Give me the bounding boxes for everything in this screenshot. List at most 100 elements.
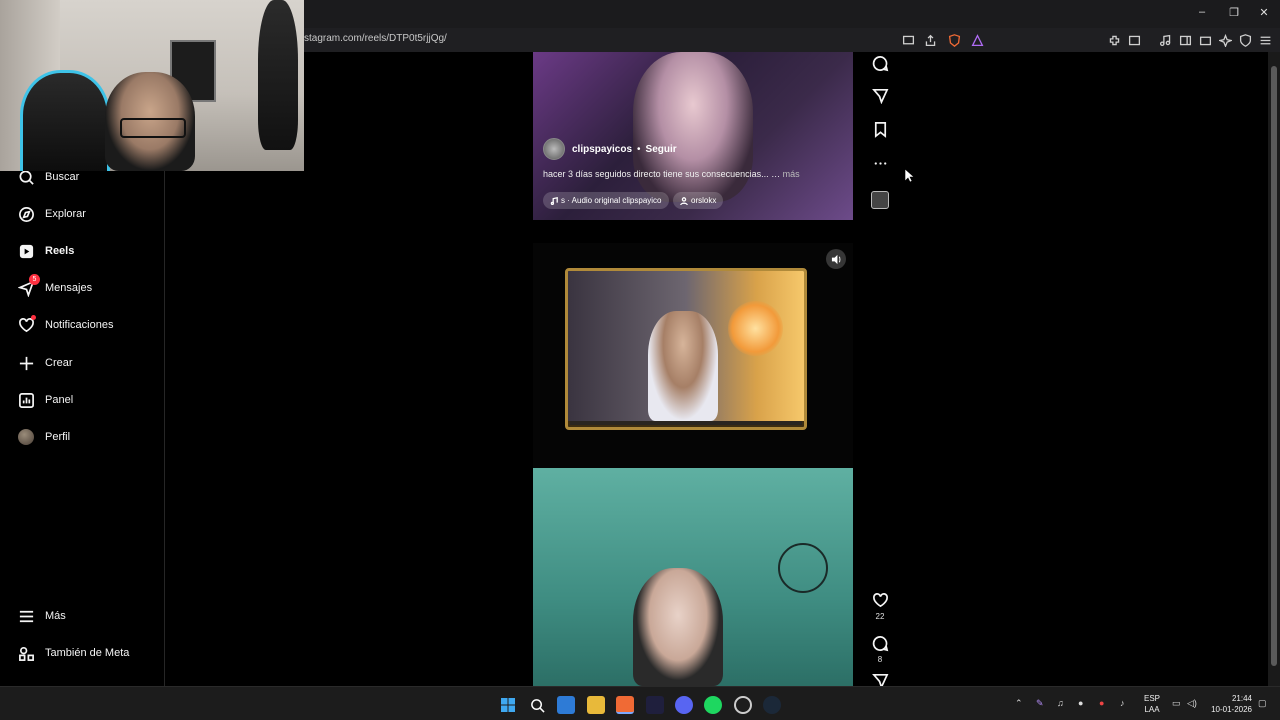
tray-chevron-icon[interactable]: ⌃ [1015,698,1023,709]
obs-icon[interactable] [734,696,752,714]
media-icon[interactable] [1158,33,1172,47]
sidebar-item-label: Perfil [45,431,71,443]
system-clock[interactable]: 21:44 10-01-2026 [1200,693,1252,715]
photos-app-icon[interactable] [557,696,575,714]
sidebar-item-explorar[interactable]: Explorar [17,203,157,225]
sidebar-item-tambien-de-meta[interactable]: También de Meta [17,642,157,664]
tab-icon[interactable] [1127,33,1141,47]
compass-icon [17,205,35,223]
comment-icon [872,55,888,71]
menu-icon[interactable] [1258,33,1272,47]
microphone-icon[interactable]: ♪ [1120,698,1125,708]
maximize-button[interactable]: ❐ [1226,6,1242,19]
sidebar-item-label: Reels [45,245,75,257]
sidebar-item-label: Explorar [45,208,86,220]
sidebar-toggle-icon[interactable] [1178,33,1192,47]
extensions-icon[interactable] [1107,33,1121,47]
spotify-icon[interactable] [704,696,722,714]
comment-icon [872,635,888,651]
streamer-face [633,52,753,202]
minimize-button[interactable]: – [1194,6,1210,18]
volume-icon[interactable]: ◁) [1187,698,1197,709]
premiere-pro-icon[interactable] [646,696,664,714]
reels-icon [17,242,35,260]
start-button-icon[interactable] [499,696,517,714]
comment-button[interactable] [870,633,890,653]
comment-button[interactable] [870,53,890,73]
tray-recording-icon[interactable]: ● [1099,698,1104,708]
leo-ai-icon[interactable] [1218,33,1232,47]
glasses-shape [120,118,186,138]
share-button[interactable] [870,85,890,105]
messenger-icon: 5 [17,274,40,297]
steam-icon[interactable] [763,696,781,714]
reel-caption: hacer 3 días seguidos directo tiene sus … [543,169,843,179]
sidebar-item-label: Notificaciones [45,319,114,331]
follow-button[interactable]: Seguir [646,144,677,155]
share-button[interactable] [870,674,890,686]
more-link[interactable]: más [783,169,800,179]
person-figure [633,568,723,686]
reel-author-row: clipspayicos • Seguir [543,138,677,160]
like-count: 22 [875,612,885,621]
bookmark-icon [874,121,886,138]
taskbar-search-icon[interactable] [528,696,546,714]
network-icon[interactable]: ▭ [1172,698,1181,709]
sidebar-item-label: Panel [45,394,74,406]
tray-app-icon[interactable]: ✎ [1036,698,1044,709]
user-tag-chip[interactable]: orslokx [673,192,724,209]
meta-apps-icon [17,644,35,662]
sidebar-item-notificaciones[interactable]: Notificaciones [17,314,157,336]
close-window-button[interactable]: ✕ [1256,6,1272,19]
webcam-overlay [0,0,304,171]
headset-icon[interactable]: ♫ [1057,698,1064,708]
sidebar-item-perfil[interactable]: Perfil [17,426,157,448]
volume-button[interactable] [826,249,846,269]
discord-icon[interactable] [675,696,693,714]
gaming-chair [20,70,110,171]
tray-steam-icon[interactable]: ● [1078,698,1083,708]
language-indicator[interactable]: ESP LAA [1140,693,1164,715]
reel-video-1[interactable]: clipspayicos • Seguir hacer 3 días segui… [533,52,853,220]
send-icon [871,88,888,104]
scrollbar-thumb[interactable] [1271,66,1277,666]
sidebar-item-crear[interactable]: Crear [17,352,157,374]
more-options-button[interactable] [870,153,890,173]
person-icon [680,196,688,205]
share-icon[interactable] [923,33,937,47]
chart-icon [17,391,35,409]
author-avatar[interactable] [543,138,565,160]
notification-center-icon[interactable]: ▢ [1258,698,1267,709]
audio-chip-label: s · Audio original clipspayico [561,196,662,205]
user-chip-label: orslokx [691,196,717,205]
sidebar-item-reels[interactable]: Reels [17,240,157,262]
sidebar-item-mas[interactable]: Más [17,605,157,627]
audio-thumbnail[interactable] [871,191,889,209]
page-scrollbar[interactable] [1268,52,1280,686]
sidebar-item-label: También de Meta [45,647,130,659]
send-icon [871,674,888,686]
music-note-icon [550,196,558,205]
reel-video-3[interactable] [533,468,853,686]
like-button[interactable] [870,590,890,610]
wallet-icon[interactable] [1198,33,1212,47]
lamp-glow [728,301,783,356]
audio-chip[interactable]: s · Audio original clipspayico [543,192,669,209]
brave-browser-icon[interactable] [616,696,634,714]
cast-icon[interactable] [901,33,915,47]
sidebar-item-mensajes[interactable]: 5 Mensajes [17,274,157,299]
vpn-icon[interactable] [1238,33,1252,47]
sidebar-item-label: Más [45,610,66,622]
save-button[interactable] [870,119,890,139]
brave-rewards-icon[interactable] [970,33,984,47]
file-explorer-icon[interactable] [587,696,605,714]
url-text[interactable]: stagram.com/reels/DTP0t5rjjQg/ [304,33,447,44]
sidebar-item-panel[interactable]: Panel [17,389,157,411]
notification-dot [31,315,36,320]
clock-time: 21:44 [1231,694,1252,703]
sidebar-item-label: Crear [45,357,73,369]
brave-shield-icon[interactable] [947,33,961,47]
author-name[interactable]: clipspayicos [572,144,632,155]
separator-dot: • [637,143,641,155]
sidebar-item-label: Buscar [45,171,80,183]
